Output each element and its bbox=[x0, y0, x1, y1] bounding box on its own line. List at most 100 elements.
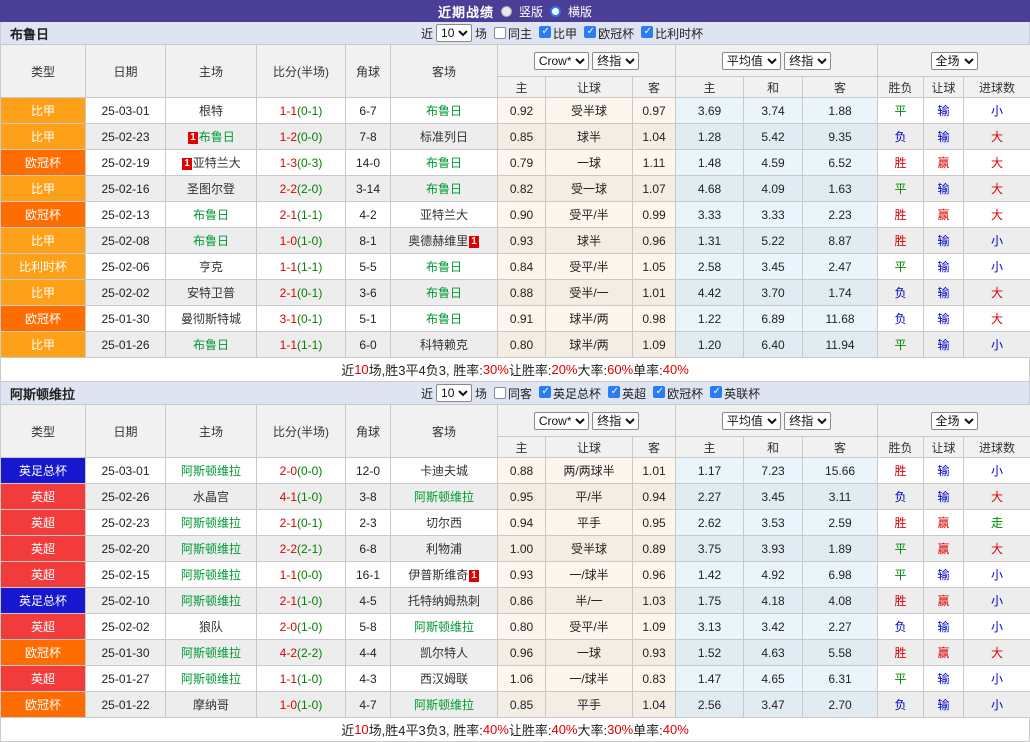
same-venue-checkbox[interactable] bbox=[494, 27, 506, 39]
crow-handicap-cell: 一球 bbox=[546, 150, 633, 176]
league-checkbox[interactable] bbox=[539, 386, 551, 398]
summary-text-part: 单率: bbox=[633, 360, 663, 379]
halftime-score: (0-0) bbox=[297, 568, 322, 582]
league-checkbox[interactable] bbox=[653, 386, 665, 398]
away-team-cell: 布鲁日 bbox=[391, 254, 498, 280]
fulltime-select[interactable]: 全场 bbox=[931, 52, 978, 70]
odds-stage-select[interactable]: 终指 bbox=[592, 52, 639, 70]
col-result-wdl: 胜负 bbox=[878, 77, 924, 98]
avg-group-header: 平均值 终指 bbox=[676, 45, 878, 77]
crow-away-odds-cell: 1.03 bbox=[633, 588, 676, 614]
result-goals-cell: 小 bbox=[964, 588, 1030, 614]
avg-source-select[interactable]: 平均值 bbox=[722, 52, 781, 70]
league-checkbox[interactable] bbox=[608, 386, 620, 398]
col-score: 比分(半场) bbox=[257, 405, 346, 458]
crow-handicap-cell: 平手 bbox=[546, 692, 633, 718]
home-team-cell: 布鲁日 bbox=[166, 228, 257, 254]
col-avg-home: 主 bbox=[676, 77, 744, 98]
odds-stage-select[interactable]: 终指 bbox=[592, 412, 639, 430]
avg-draw-odds-cell: 3.47 bbox=[744, 692, 803, 718]
avg-draw-odds-cell: 3.33 bbox=[744, 202, 803, 228]
result-goals-cell: 大 bbox=[964, 124, 1030, 150]
corner-cell: 2-3 bbox=[346, 510, 391, 536]
avg-draw-odds-cell: 3.42 bbox=[744, 614, 803, 640]
date-cell: 25-02-15 bbox=[86, 562, 166, 588]
league-checkbox[interactable] bbox=[641, 26, 653, 38]
avg-home-odds-cell: 1.42 bbox=[676, 562, 744, 588]
result-handicap-cell: 输 bbox=[924, 692, 964, 718]
avg-home-odds-cell: 2.62 bbox=[676, 510, 744, 536]
league-checkbox-label: 欧冠杯 bbox=[598, 27, 634, 41]
crow-home-odds-cell: 0.96 bbox=[498, 640, 546, 666]
col-avg-away: 客 bbox=[803, 437, 878, 458]
team-name-text: 布鲁日 bbox=[426, 156, 462, 170]
league-checkbox[interactable] bbox=[710, 386, 722, 398]
date-cell: 25-02-13 bbox=[86, 202, 166, 228]
col-corner: 角球 bbox=[346, 405, 391, 458]
corner-cell: 3-14 bbox=[346, 176, 391, 202]
avg-draw-odds-cell: 5.22 bbox=[744, 228, 803, 254]
team-name-text: 利物浦 bbox=[426, 542, 462, 556]
date-cell: 25-02-19 bbox=[86, 150, 166, 176]
match-row: 英超25-02-23阿斯顿维拉2-1(0-1)2-3切尔西0.94平手0.952… bbox=[1, 510, 1030, 536]
score-cell: 1-2(0-0) bbox=[257, 124, 346, 150]
avg-home-odds-cell: 1.48 bbox=[676, 150, 744, 176]
result-handicap-cell: 赢 bbox=[924, 510, 964, 536]
away-team-cell: 切尔西 bbox=[391, 510, 498, 536]
result-group-header: 全场 bbox=[878, 45, 1030, 77]
crow-handicap-cell: 受一球 bbox=[546, 176, 633, 202]
crow-home-odds-cell: 0.86 bbox=[498, 588, 546, 614]
date-cell: 25-02-26 bbox=[86, 484, 166, 510]
corner-cell: 4-2 bbox=[346, 202, 391, 228]
crow-away-odds-cell: 1.01 bbox=[633, 280, 676, 306]
odds-source-select[interactable]: Crow* bbox=[534, 52, 589, 70]
avg-away-odds-cell: 6.31 bbox=[803, 666, 878, 692]
avg-stage-select[interactable]: 终指 bbox=[784, 412, 831, 430]
vertical-layout-radio[interactable] bbox=[501, 6, 512, 17]
avg-group-header: 平均值 终指 bbox=[676, 405, 878, 437]
home-team-cell: 水晶宫 bbox=[166, 484, 257, 510]
odds-source-select[interactable]: Crow* bbox=[534, 412, 589, 430]
league-checkbox[interactable] bbox=[539, 26, 551, 38]
col-result-wdl: 胜负 bbox=[878, 437, 924, 458]
avg-away-odds-cell: 1.63 bbox=[803, 176, 878, 202]
away-team-cell: 奥德赫维里1 bbox=[391, 228, 498, 254]
avg-stage-select[interactable]: 终指 bbox=[784, 52, 831, 70]
score-cell: 1-1(1-1) bbox=[257, 332, 346, 358]
col-away: 客场 bbox=[391, 45, 498, 98]
fulltime-score: 1-1 bbox=[280, 672, 297, 686]
result-wdl-cell: 负 bbox=[878, 124, 924, 150]
match-row: 欧冠杯25-01-30阿斯顿维拉4-2(2-2)4-4凯尔特人0.96一球0.9… bbox=[1, 640, 1030, 666]
league-checkbox[interactable] bbox=[584, 26, 596, 38]
summary-text-part: 场,胜4平3负3, 胜率: bbox=[369, 720, 483, 739]
horizontal-layout-radio[interactable] bbox=[550, 6, 561, 17]
result-wdl-cell: 胜 bbox=[878, 228, 924, 254]
avg-home-odds-cell: 1.52 bbox=[676, 640, 744, 666]
league-cell: 欧冠杯 bbox=[1, 640, 86, 666]
avg-source-select[interactable]: 平均值 bbox=[722, 412, 781, 430]
fulltime-select[interactable]: 全场 bbox=[931, 412, 978, 430]
crow-away-odds-cell: 0.89 bbox=[633, 536, 676, 562]
same-venue-checkbox[interactable] bbox=[494, 387, 506, 399]
avg-home-odds-cell: 2.56 bbox=[676, 692, 744, 718]
match-row: 英超25-02-26水晶宫4-1(1-0)3-8阿斯顿维拉0.95平/半0.94… bbox=[1, 484, 1030, 510]
avg-away-odds-cell: 11.94 bbox=[803, 332, 878, 358]
home-team-cell: 布鲁日 bbox=[166, 332, 257, 358]
team-name-text: 阿斯顿维拉 bbox=[181, 646, 241, 660]
match-row: 英超25-02-15阿斯顿维拉1-1(0-0)16-1伊普斯维奇10.93一/球… bbox=[1, 562, 1030, 588]
recent-count-select[interactable]: 10 bbox=[436, 24, 472, 42]
corner-cell: 4-7 bbox=[346, 692, 391, 718]
col-type: 类型 bbox=[1, 45, 86, 98]
recent-count-select[interactable]: 10 bbox=[436, 384, 472, 402]
score-cell: 1-1(1-0) bbox=[257, 666, 346, 692]
team-name-text: 阿斯顿维拉 bbox=[181, 568, 241, 582]
team-filter-bar: 布鲁日 近 10 场 同主 比甲欧冠杯比利时杯 bbox=[0, 22, 1030, 44]
result-wdl-cell: 平 bbox=[878, 332, 924, 358]
team-name-text: 布鲁日 bbox=[193, 234, 229, 248]
team-name-text: 切尔西 bbox=[426, 516, 462, 530]
match-row: 英超25-01-27阿斯顿维拉1-1(1-0)4-3西汉姆联1.06一/球半0.… bbox=[1, 666, 1030, 692]
corner-cell: 3-8 bbox=[346, 484, 391, 510]
date-cell: 25-01-26 bbox=[86, 332, 166, 358]
corner-cell: 7-8 bbox=[346, 124, 391, 150]
result-goals-cell: 大 bbox=[964, 536, 1030, 562]
